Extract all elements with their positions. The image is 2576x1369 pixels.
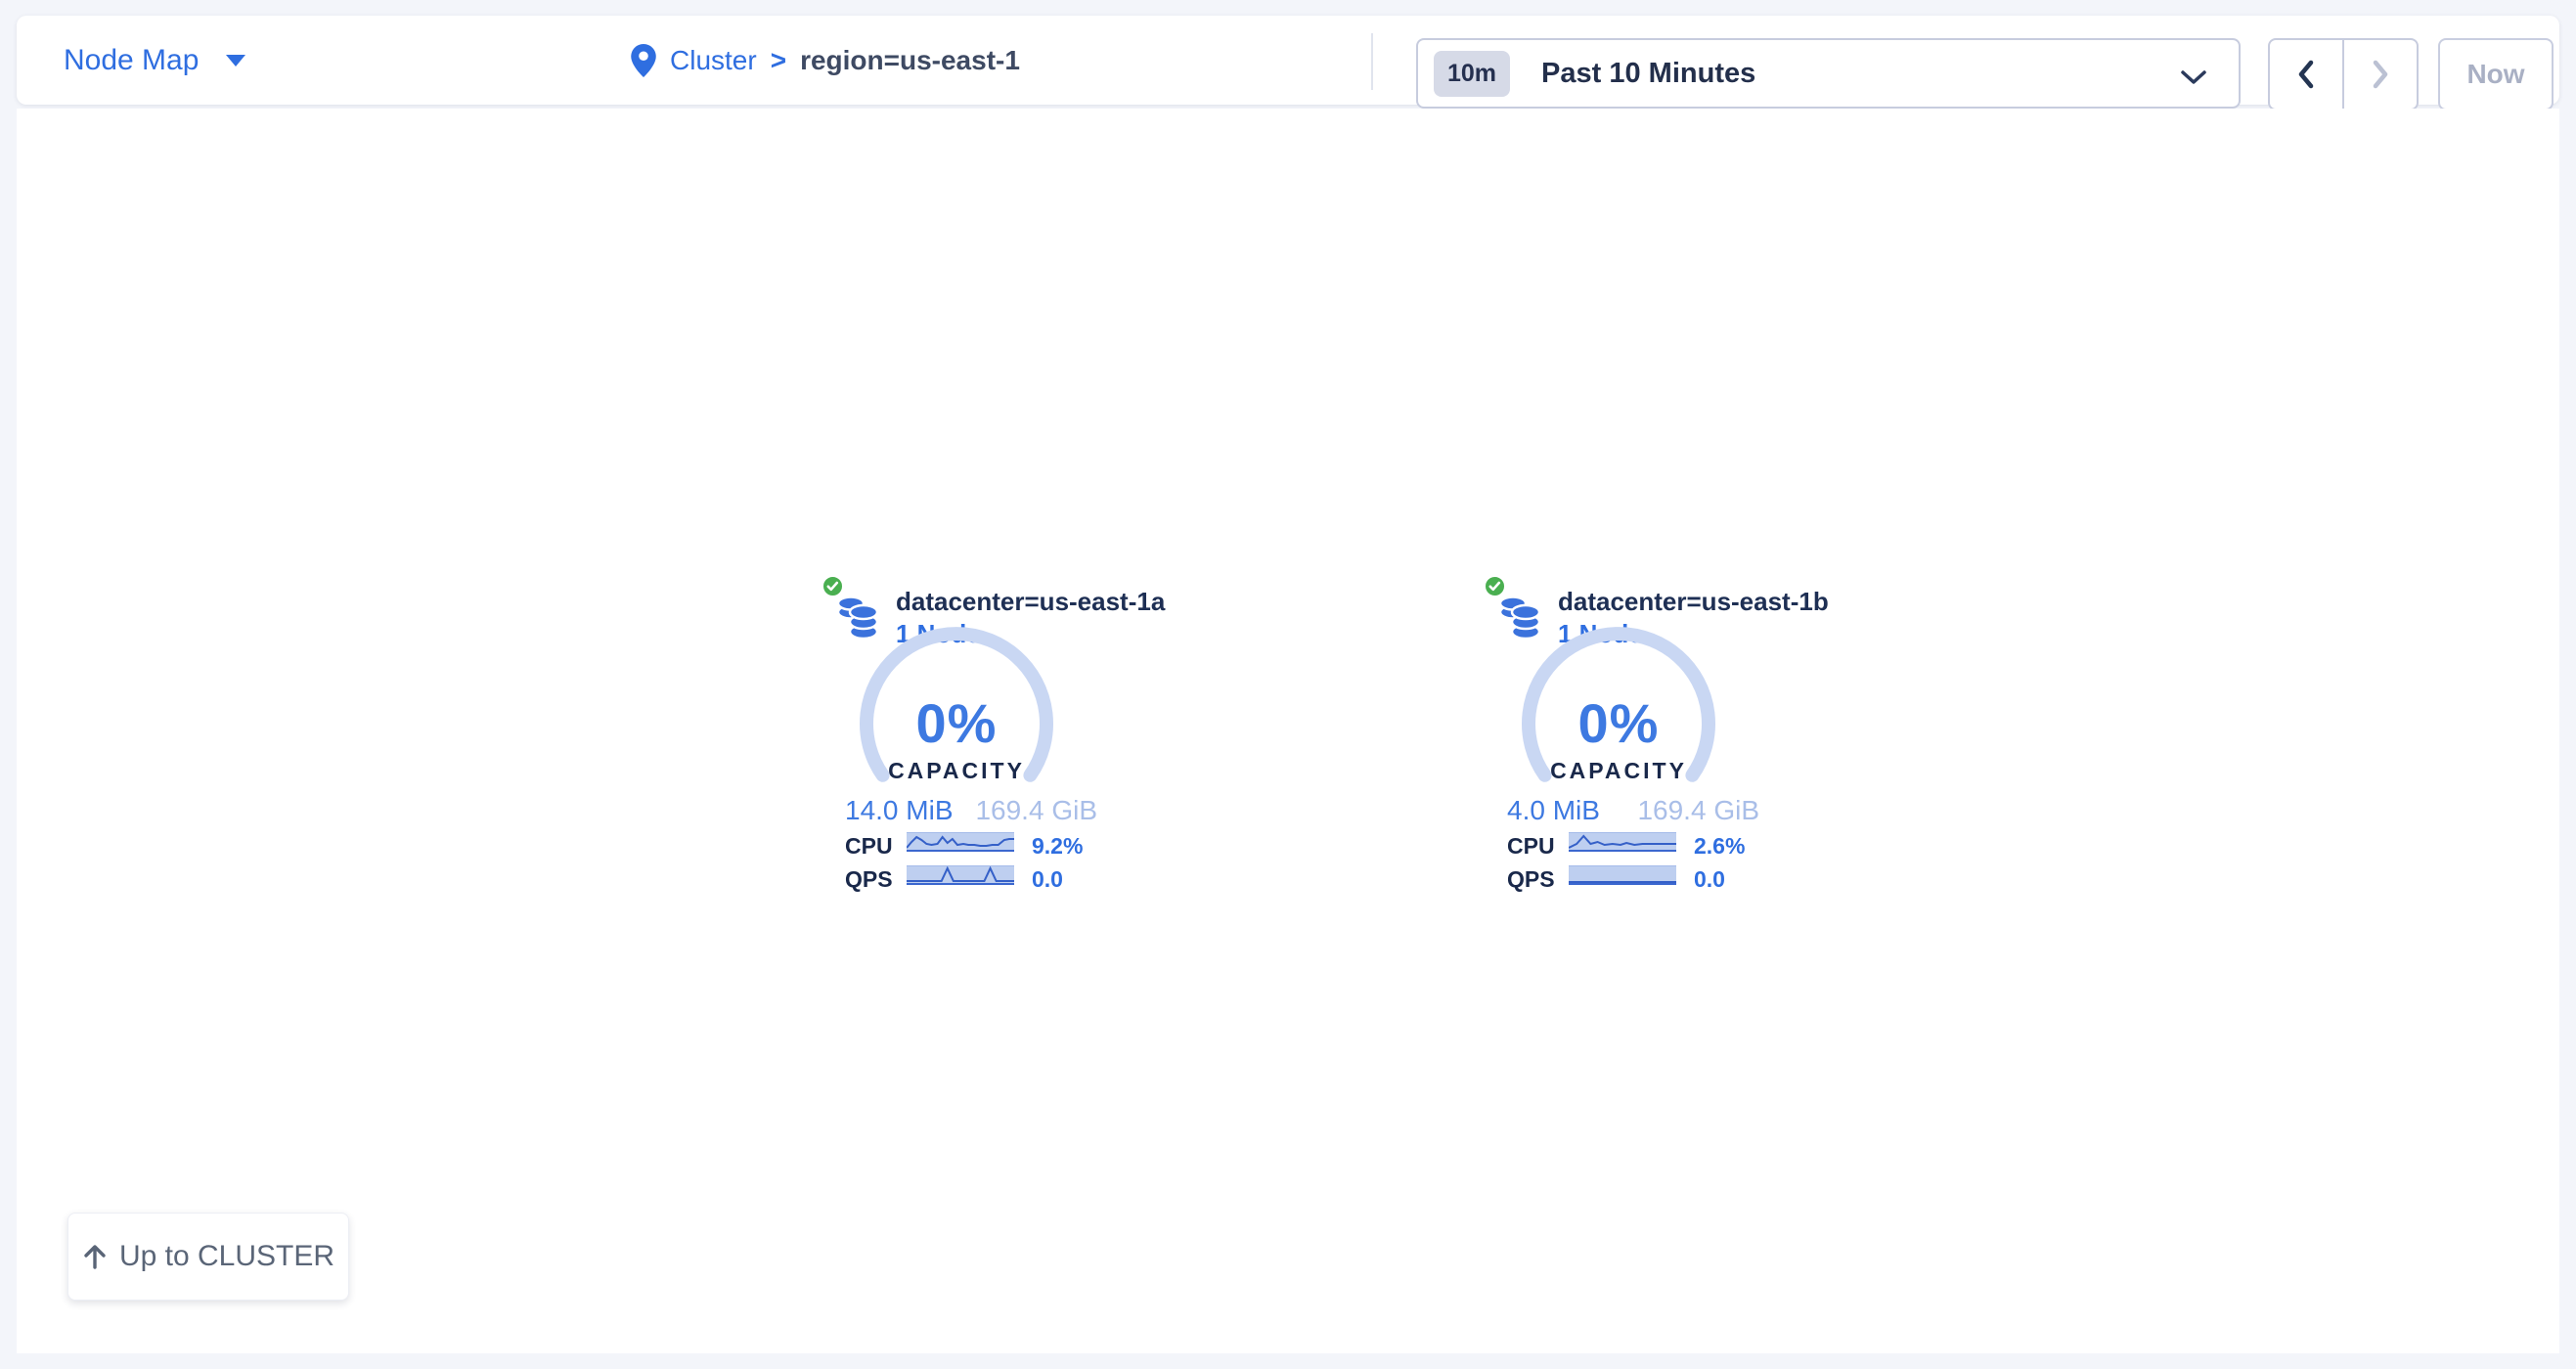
breadcrumb-current: region=us-east-1 — [800, 45, 1020, 76]
capacity-used: 4.0 MiB — [1507, 795, 1600, 826]
datacenter-title: datacenter=us-east-1a — [896, 587, 1165, 617]
datacenter-card-us-east-1a[interactable]: datacenter=us-east-1a 1 Node 0% CAPACITY… — [822, 572, 1105, 895]
capacity-label: CAPACITY — [1521, 758, 1716, 784]
cpu-sparkline-path — [907, 837, 1014, 848]
datacenter-card-us-east-1b[interactable]: datacenter=us-east-1b 1 Node 0% CAPACITY… — [1484, 572, 1767, 895]
datacenter-title: datacenter=us-east-1b — [1558, 587, 1829, 617]
capacity-percentage: 0% — [1521, 691, 1716, 755]
up-to-cluster-label: Up to CLUSTER — [119, 1240, 334, 1273]
breadcrumb: Cluster > region=us-east-1 — [631, 16, 1020, 105]
breadcrumb-separator: > — [771, 45, 786, 76]
header-bar: Node Map Cluster > region=us-east-1 10m … — [17, 16, 2559, 105]
chevron-right-icon — [2370, 59, 2391, 90]
qps-value: 0.0 — [1032, 866, 1063, 893]
view-mode-dropdown[interactable]: Node Map — [64, 16, 245, 105]
chevron-down-icon — [2180, 69, 2207, 85]
time-range-arrows — [2268, 38, 2419, 110]
capacity-used: 14.0 MiB — [845, 795, 954, 826]
now-button[interactable]: Now — [2438, 38, 2554, 110]
cpu-label: CPU — [845, 833, 893, 860]
chevron-left-icon — [2295, 59, 2317, 90]
cpu-value: 9.2% — [1032, 833, 1083, 860]
qps-sparkline — [907, 865, 1014, 885]
cpu-sparkline — [1569, 832, 1676, 852]
capacity-total: 169.4 GiB — [1637, 795, 1759, 826]
qps-label: QPS — [1507, 866, 1555, 893]
time-range-badge: 10m — [1434, 51, 1510, 97]
qps-sparkline — [1569, 865, 1676, 885]
qps-sparkline-path — [907, 868, 1014, 881]
qps-label: QPS — [845, 866, 893, 893]
location-pin-icon — [631, 44, 656, 77]
capacity-range: 4.0 MiB 169.4 GiB — [1507, 795, 1759, 826]
cpu-label: CPU — [1507, 833, 1555, 860]
time-range-dropdown[interactable]: 10m Past 10 Minutes — [1416, 38, 2241, 109]
node-map-canvas: datacenter=us-east-1a 1 Node 0% CAPACITY… — [17, 109, 2559, 1353]
cpu-sparkline-path — [1569, 836, 1676, 848]
capacity-range: 14.0 MiB 169.4 GiB — [845, 795, 1097, 826]
capacity-total: 169.4 GiB — [975, 795, 1097, 826]
up-to-cluster-button[interactable]: Up to CLUSTER — [67, 1213, 349, 1301]
cpu-value: 2.6% — [1694, 833, 1745, 860]
time-range-label: Past 10 Minutes — [1541, 58, 1755, 90]
header-divider — [1371, 33, 1373, 90]
view-mode-label: Node Map — [64, 44, 199, 77]
caret-down-icon — [226, 55, 245, 66]
breadcrumb-cluster-link[interactable]: Cluster — [670, 45, 757, 76]
time-forward-button[interactable] — [2344, 40, 2417, 109]
qps-value: 0.0 — [1694, 866, 1725, 893]
arrow-up-icon — [82, 1243, 108, 1270]
time-back-button[interactable] — [2270, 40, 2342, 109]
capacity-percentage: 0% — [859, 691, 1054, 755]
capacity-label: CAPACITY — [859, 758, 1054, 784]
cpu-sparkline — [907, 832, 1014, 852]
